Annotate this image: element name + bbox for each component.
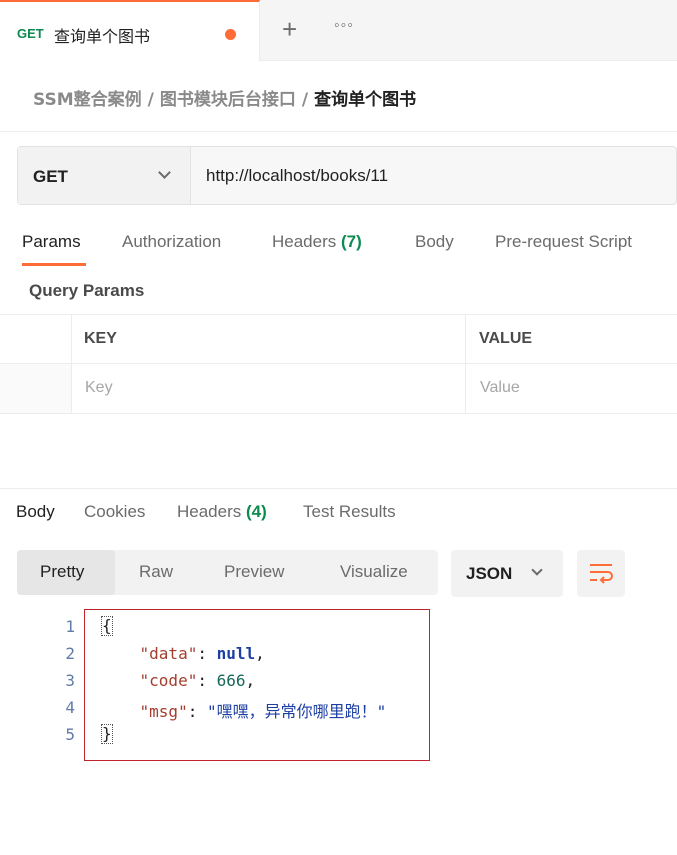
breadcrumb-collection[interactable]: SSM整合案例 xyxy=(33,85,142,110)
table-row: Key Value xyxy=(0,364,677,413)
line-number: 2 xyxy=(65,644,75,663)
tab-pre-request-script[interactable]: Pre-request Script xyxy=(495,232,632,252)
unsaved-dot-icon xyxy=(225,29,236,40)
active-tab-indicator xyxy=(22,263,86,266)
view-raw[interactable]: Raw xyxy=(139,562,173,582)
response-tab-headers-count: (4) xyxy=(246,502,267,521)
breadcrumb-separator: / xyxy=(301,90,309,110)
annotation-highlight-box xyxy=(84,609,430,761)
chevron-down-icon xyxy=(158,166,171,179)
tab-headers-label: Headers xyxy=(272,232,337,251)
value-input[interactable]: Value xyxy=(480,379,520,397)
breadcrumb-folder[interactable]: 图书模块后台接口 xyxy=(160,85,296,110)
tab-authorization[interactable]: Authorization xyxy=(122,232,221,252)
wrap-lines-button[interactable] xyxy=(577,550,625,597)
view-mode-group: Pretty Raw Preview Visualize xyxy=(17,550,438,595)
value-column-header: VALUE xyxy=(479,330,533,347)
more-icon[interactable]: ◦◦◦ xyxy=(334,17,354,35)
method-select[interactable]: GET xyxy=(18,147,191,204)
key-column-header: KEY xyxy=(84,330,117,347)
tab-strip: GET 查询单个图书 + ◦◦◦ xyxy=(0,0,677,61)
plus-icon[interactable]: + xyxy=(282,15,297,43)
view-visualize[interactable]: Visualize xyxy=(340,562,408,582)
line-number: 3 xyxy=(65,671,75,690)
request-tabs: Params Authorization Headers (7) Body Pr… xyxy=(0,228,677,268)
method-label: GET xyxy=(33,167,68,186)
response-tabs: Body Cookies Headers (4) Test Results xyxy=(0,500,677,530)
response-tab-headers-label: Headers xyxy=(177,502,242,521)
request-tab-name: 查询单个图书 xyxy=(54,27,151,46)
tab-params[interactable]: Params xyxy=(22,232,81,252)
divider xyxy=(0,488,677,489)
view-preview[interactable]: Preview xyxy=(224,562,284,582)
chevron-down-icon xyxy=(531,564,543,576)
column-divider xyxy=(465,315,466,413)
table-header-row: KEY VALUE xyxy=(0,315,677,364)
key-input[interactable]: Key xyxy=(85,379,113,397)
tab-body[interactable]: Body xyxy=(415,232,454,252)
column-divider xyxy=(71,315,72,413)
response-tab-test-results[interactable]: Test Results xyxy=(303,502,396,522)
breadcrumb: SSM整合案例 / 图书模块后台接口 / 查询单个图书 xyxy=(33,85,416,110)
format-label: JSON xyxy=(466,564,513,583)
divider xyxy=(0,131,677,132)
url-input[interactable]: http://localhost/books/11 xyxy=(206,166,388,186)
query-params-title: Query Params xyxy=(29,281,145,300)
tab-headers-count: (7) xyxy=(341,232,362,251)
tab-headers[interactable]: Headers (7) xyxy=(272,232,362,252)
response-tab-headers[interactable]: Headers (4) xyxy=(177,502,267,522)
line-number: 1 xyxy=(65,617,75,636)
response-tab-cookies[interactable]: Cookies xyxy=(84,502,145,522)
url-bar: GET http://localhost/books/11 xyxy=(17,146,677,205)
breadcrumb-separator: / xyxy=(147,90,154,110)
request-tab[interactable]: GET 查询单个图书 xyxy=(0,0,260,61)
response-tab-body[interactable]: Body xyxy=(16,502,55,522)
line-number: 5 xyxy=(65,725,75,744)
params-table: KEY VALUE Key Value xyxy=(0,314,677,414)
view-pretty[interactable]: Pretty xyxy=(40,562,84,582)
format-select[interactable]: JSON xyxy=(451,550,563,597)
request-tab-method: GET xyxy=(17,26,44,41)
breadcrumb-current[interactable]: 查询单个图书 xyxy=(314,85,416,110)
line-number: 4 xyxy=(65,698,75,717)
wrap-lines-icon xyxy=(590,564,613,584)
